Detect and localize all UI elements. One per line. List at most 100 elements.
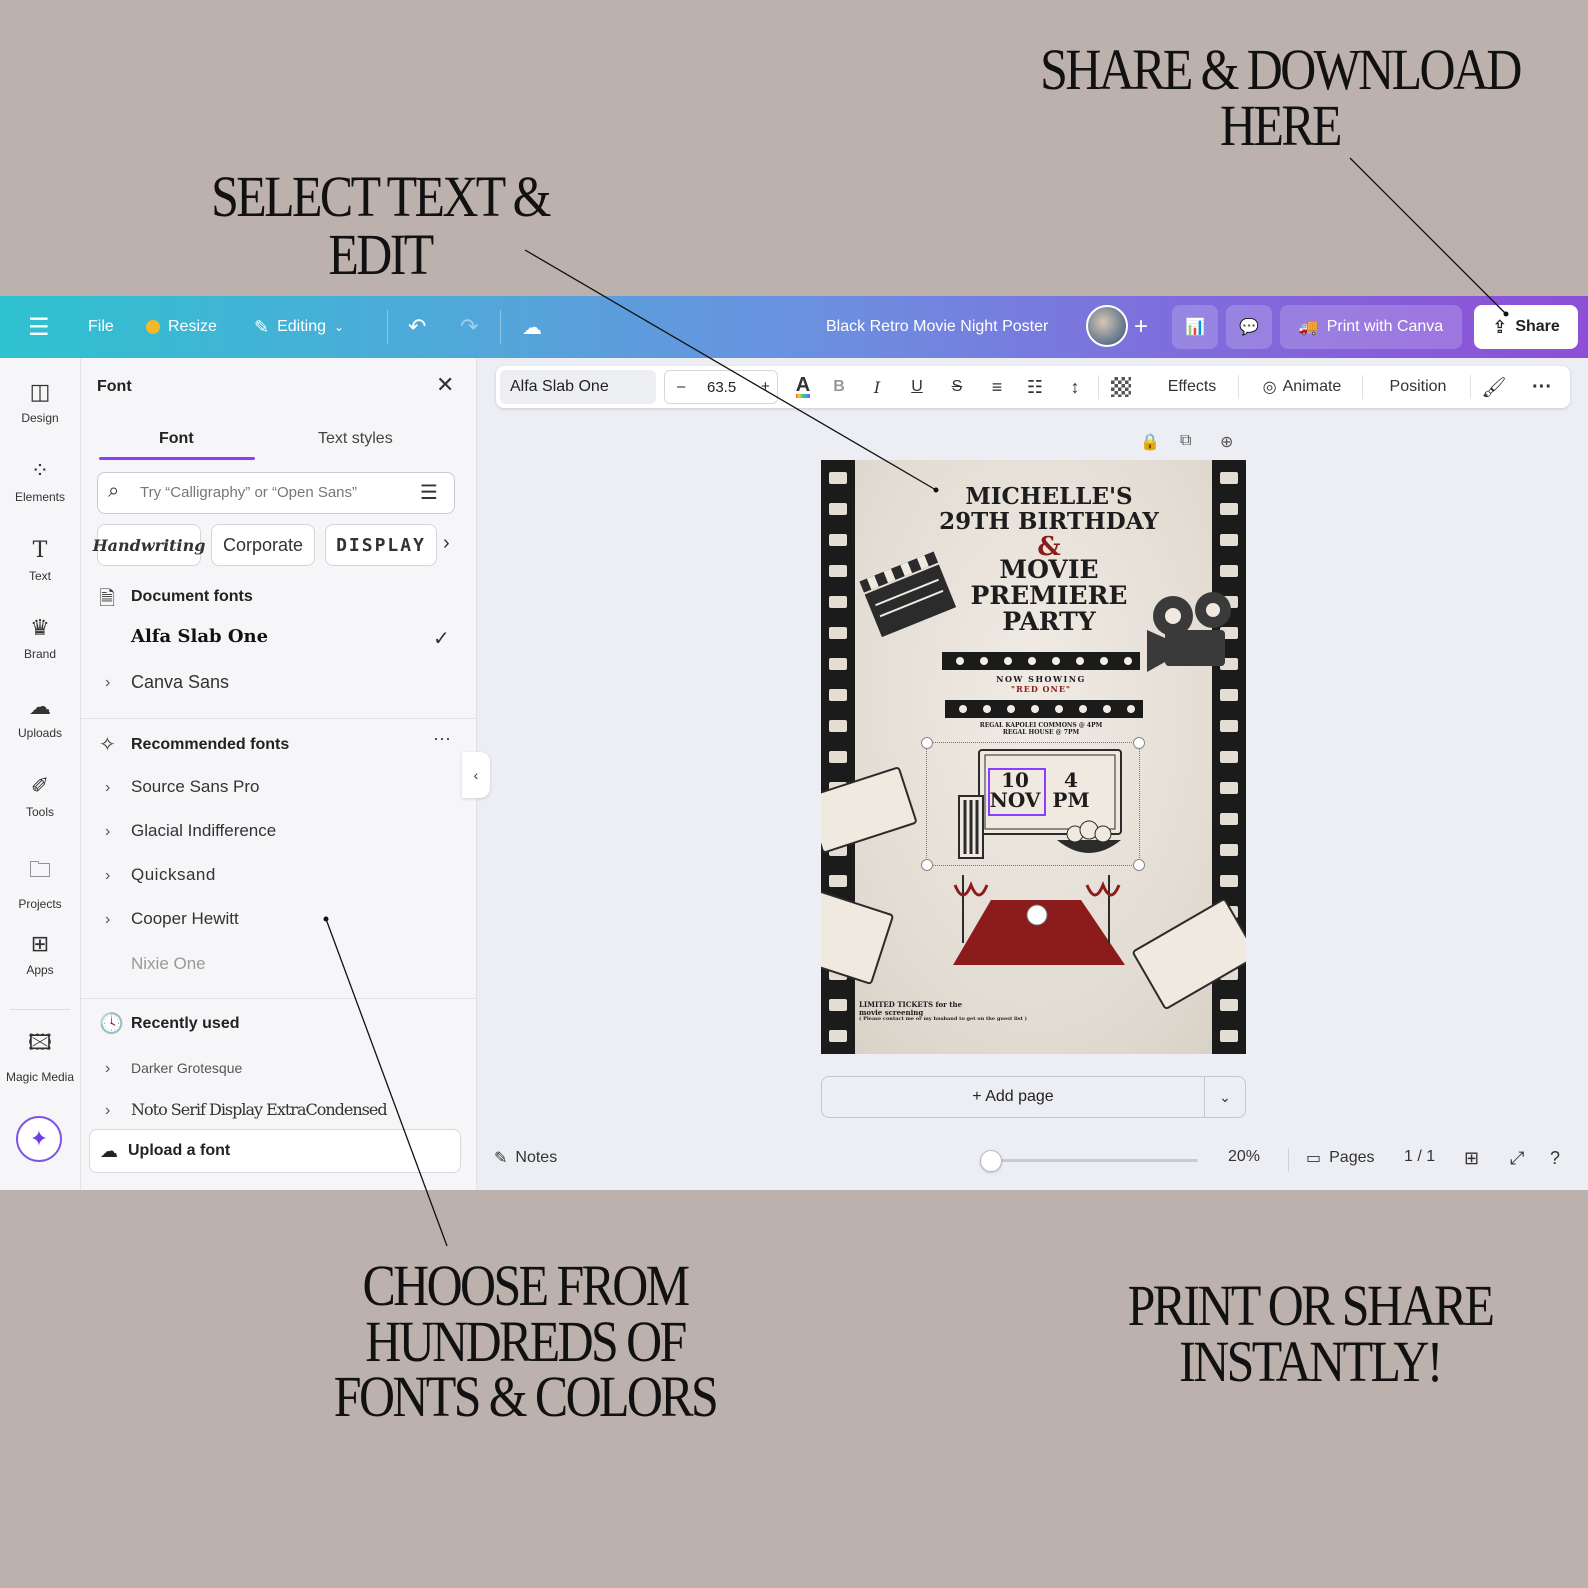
font-item-canva-sans[interactable]: Canva Sans xyxy=(131,672,229,693)
transparency-icon[interactable] xyxy=(1104,366,1138,408)
clock-icon: 🕓 xyxy=(99,1013,124,1035)
strikethrough-icon[interactable]: S xyxy=(940,366,974,408)
zoom-level[interactable]: 20% xyxy=(1228,1148,1260,1166)
animate-button[interactable]: ◎ Animate xyxy=(1246,366,1358,408)
bold-icon[interactable]: B xyxy=(822,366,856,408)
chip-display[interactable]: DISPLAY xyxy=(325,524,437,566)
movie-name-text[interactable]: "RED ONE" xyxy=(942,684,1140,694)
pages-button[interactable]: ▭ Pages xyxy=(1306,1148,1375,1168)
paint-roller-icon[interactable]: 🖌 xyxy=(1474,366,1514,408)
add-collaborator-icon[interactable]: + xyxy=(1134,307,1148,347)
zoom-slider-thumb[interactable] xyxy=(979,1150,1002,1172)
now-showing-text[interactable]: NOW SHOWING xyxy=(942,674,1140,684)
font-item-source-sans-pro[interactable]: Source Sans Pro xyxy=(131,777,260,797)
font-family-selector[interactable]: Alfa Slab One xyxy=(500,370,656,404)
line-spacing-icon[interactable]: ↕ xyxy=(1058,366,1092,408)
sidebar-item-elements[interactable]: ⁘ Elements xyxy=(0,459,80,504)
collapse-panel-button[interactable]: ‹ xyxy=(462,752,490,798)
poster-title-line1[interactable]: MICHELLE'S xyxy=(909,484,1189,509)
font-item-glacial-indifference[interactable]: Glacial Indifference xyxy=(131,821,276,841)
increase-size-button[interactable]: + xyxy=(761,378,770,395)
close-icon[interactable]: ✕ xyxy=(436,372,454,398)
chip-corporate[interactable]: Corporate xyxy=(211,524,315,566)
date-month[interactable]: NOV xyxy=(988,790,1042,810)
expand-chevron-icon[interactable]: › xyxy=(105,674,110,692)
font-search-input[interactable]: ⌕ Try “Calligraphy” or “Open Sans” ☰ xyxy=(97,472,455,514)
expand-chevron-icon[interactable]: › xyxy=(105,911,110,929)
expand-chevron-icon[interactable]: › xyxy=(105,1060,110,1078)
print-with-canva-button[interactable]: 🚚 Print with Canva xyxy=(1280,305,1462,349)
font-item-darker-grotesque[interactable]: Darker Grotesque xyxy=(131,1060,242,1076)
more-options-icon[interactable]: ··· xyxy=(433,728,451,749)
lock-icon[interactable]: 🔒 xyxy=(1140,432,1160,452)
user-avatar[interactable] xyxy=(1086,305,1128,347)
design-canvas-page[interactable]: MICHELLE'S 29TH BIRTHDAY & MOVIE PREMIER… xyxy=(821,460,1246,1054)
underline-icon[interactable]: U xyxy=(900,366,934,408)
chevron-down-icon[interactable]: ⌄ xyxy=(1205,1077,1245,1117)
date-day[interactable]: 10 xyxy=(988,770,1042,790)
poster-footer-line3[interactable]: ( Please contact me or my husband to get… xyxy=(859,1016,1099,1022)
duplicate-page-icon[interactable]: ⧉ xyxy=(1180,432,1191,450)
position-button[interactable]: Position xyxy=(1368,366,1468,408)
add-page-button[interactable]: + Add page xyxy=(822,1077,1204,1117)
resize-button[interactable]: Resize xyxy=(146,307,217,347)
grid-view-icon[interactable]: ⊞ xyxy=(1464,1148,1479,1169)
italic-icon[interactable]: I xyxy=(860,366,894,408)
sidebar-item-text[interactable]: T Text xyxy=(0,538,80,583)
font-item-noto-serif-display[interactable]: Noto Serif Display ExtraCondensed xyxy=(131,1100,388,1119)
decrease-size-button[interactable]: – xyxy=(677,378,685,395)
cloud-saved-icon[interactable]: ☁ xyxy=(522,307,542,347)
fullscreen-icon[interactable]: ⤢ xyxy=(1510,1148,1524,1169)
sidebar-item-tools[interactable]: ✐ Tools xyxy=(0,774,80,819)
tab-text-styles[interactable]: Text styles xyxy=(318,430,393,448)
bullet-list-icon[interactable]: ☷ xyxy=(1018,366,1052,408)
effects-button[interactable]: Effects xyxy=(1152,366,1232,408)
font-size-stepper[interactable]: – 63.5 + xyxy=(664,370,778,404)
text-color-button[interactable]: A xyxy=(786,366,820,408)
font-item-nixie-one[interactable]: Nixie One xyxy=(131,954,206,974)
expand-chevron-icon[interactable]: › xyxy=(105,867,110,885)
add-page-icon[interactable]: ⊕ xyxy=(1220,432,1233,452)
time-hour[interactable]: 4 xyxy=(1049,770,1093,790)
expand-chevron-icon[interactable]: › xyxy=(105,823,110,841)
chevron-right-icon[interactable]: › xyxy=(443,532,450,555)
sidebar-item-uploads[interactable]: ☁ Uploads xyxy=(0,695,80,740)
more-icon[interactable]: ··· xyxy=(1520,366,1564,408)
redo-icon[interactable]: ↷ xyxy=(460,307,478,347)
insights-button[interactable]: 📊 xyxy=(1172,305,1218,349)
venue-line1[interactable]: REGAL KAPOLEI COMMONS @ 4PM xyxy=(942,722,1140,729)
font-item-cooper-hewitt[interactable]: Cooper Hewitt xyxy=(131,909,239,929)
resize-handle[interactable] xyxy=(921,737,933,749)
font-item-quicksand[interactable]: Quicksand xyxy=(131,865,216,885)
font-size-value[interactable]: 63.5 xyxy=(707,379,736,396)
venue-line2[interactable]: REGAL HOUSE @ 7PM xyxy=(942,729,1140,736)
expand-chevron-icon[interactable]: › xyxy=(105,1102,110,1120)
editing-mode-dropdown[interactable]: ✎ Editing ⌄ xyxy=(254,307,344,347)
chip-handwriting[interactable]: Handwriting xyxy=(93,524,205,566)
font-item-alfa-slab-one[interactable]: Alfa Slab One xyxy=(131,626,268,647)
sidebar-item-projects[interactable]: 🗀 Projects xyxy=(0,853,80,911)
sidebar-item-brand[interactable]: ♛ Brand xyxy=(0,616,80,661)
notes-button[interactable]: ✎ Notes xyxy=(494,1148,557,1168)
undo-icon[interactable]: ↶ xyxy=(408,307,426,347)
sidebar-item-design[interactable]: ◫ Design xyxy=(0,380,80,425)
tab-font[interactable]: Font xyxy=(159,430,194,448)
sidebar-item-magic-media[interactable]: 🖾 Magic Media xyxy=(0,1026,80,1084)
print-label: Print with Canva xyxy=(1326,318,1444,335)
expand-chevron-icon[interactable]: › xyxy=(105,779,110,797)
zoom-slider-track[interactable] xyxy=(980,1159,1198,1162)
file-menu[interactable]: File xyxy=(88,307,114,347)
filter-icon[interactable]: ☰ xyxy=(420,480,438,505)
magic-assistant-button[interactable]: ✦ xyxy=(16,1116,62,1162)
sidebar-item-apps[interactable]: ⊞ Apps xyxy=(0,932,80,977)
upload-font-button[interactable]: ☁ Upload a font xyxy=(89,1129,461,1173)
toolbar-divider xyxy=(1098,375,1099,399)
menu-icon[interactable]: ☰ xyxy=(28,307,50,347)
help-icon[interactable]: ? xyxy=(1550,1148,1560,1169)
resize-handle[interactable] xyxy=(1133,737,1145,749)
document-title[interactable]: Black Retro Movie Night Poster xyxy=(826,307,1048,347)
align-center-icon[interactable]: ≡ xyxy=(980,366,1014,408)
time-ampm[interactable]: PM xyxy=(1049,790,1093,810)
share-button[interactable]: ⇪ Share xyxy=(1474,305,1578,349)
comments-button[interactable]: 💬 xyxy=(1226,305,1272,349)
